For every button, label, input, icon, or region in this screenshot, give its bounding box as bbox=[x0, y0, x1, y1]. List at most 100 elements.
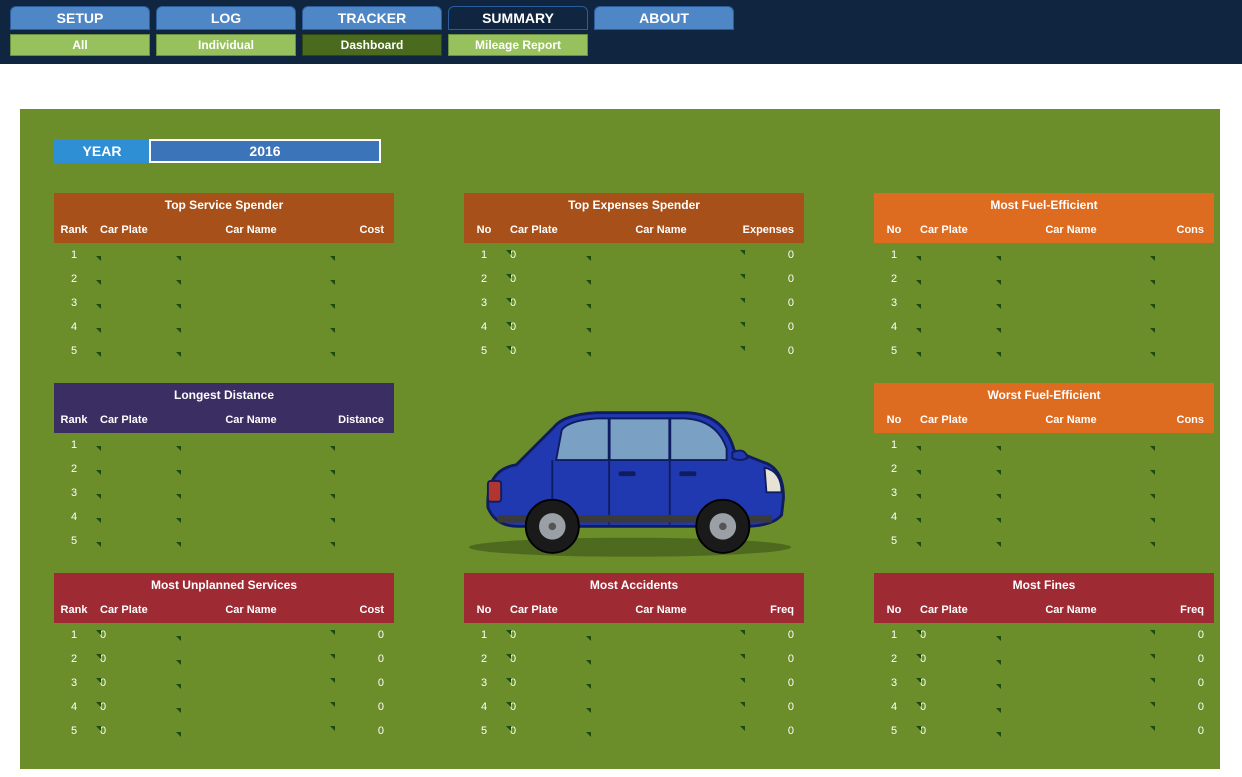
subtab-all[interactable]: All bbox=[10, 34, 150, 56]
col-rank: Rank bbox=[54, 604, 94, 616]
col-name: Car Name bbox=[994, 604, 1148, 616]
col-plate: Car Plate bbox=[504, 604, 584, 616]
col-plate: Car Plate bbox=[94, 604, 174, 616]
table-row: 300 bbox=[464, 291, 804, 315]
table-row: 200 bbox=[874, 647, 1214, 671]
table-row: 5 bbox=[874, 529, 1214, 553]
panel-title: Top Expenses Spender bbox=[464, 193, 804, 217]
secondary-tabs: All Individual Dashboard Mileage Report bbox=[10, 34, 1232, 56]
panel-title: Most Unplanned Services bbox=[54, 573, 394, 597]
col-name: Car Name bbox=[174, 414, 328, 426]
col-name: Car Name bbox=[994, 224, 1148, 236]
table-row: 5 bbox=[54, 529, 394, 553]
table-row: 3 bbox=[874, 291, 1214, 315]
col-cons: Cons bbox=[1148, 224, 1214, 236]
table-row: 100 bbox=[874, 623, 1214, 647]
col-no: No bbox=[464, 224, 504, 236]
table-row: 1 bbox=[874, 433, 1214, 457]
col-cost: Cost bbox=[328, 224, 394, 236]
panel-most-unplanned-services: Most Unplanned Services Rank Car Plate C… bbox=[54, 573, 394, 743]
panel-title: Top Service Spender bbox=[54, 193, 394, 217]
panel-headers: Rank Car Plate Car Name Cost bbox=[54, 217, 394, 243]
table-row: 3 bbox=[54, 481, 394, 505]
col-no: No bbox=[874, 604, 914, 616]
tab-about[interactable]: ABOUT bbox=[594, 6, 734, 30]
col-plate: Car Plate bbox=[94, 414, 174, 426]
panel-headers: No Car Plate Car Name Freq bbox=[464, 597, 804, 623]
table-row: 2 bbox=[874, 267, 1214, 291]
top-navigation: SETUP LOG TRACKER SUMMARY ABOUT All Indi… bbox=[0, 0, 1242, 64]
panel-headers: No Car Plate Car Name Freq bbox=[874, 597, 1214, 623]
col-plate: Car Plate bbox=[94, 224, 174, 236]
panel-headers: Rank Car Plate Car Name Distance bbox=[54, 407, 394, 433]
table-row: 2 bbox=[874, 457, 1214, 481]
table-row: 200 bbox=[54, 647, 394, 671]
year-selector: YEAR 2016 bbox=[54, 139, 1220, 163]
subtab-individual[interactable]: Individual bbox=[156, 34, 296, 56]
col-cons: Cons bbox=[1148, 414, 1214, 426]
col-plate: Car Plate bbox=[914, 604, 994, 616]
panel-headers: No Car Plate Car Name Cons bbox=[874, 407, 1214, 433]
panel-worst-fuel-efficient: Worst Fuel-Efficient No Car Plate Car Na… bbox=[874, 383, 1214, 553]
col-no: No bbox=[874, 414, 914, 426]
table-row: 400 bbox=[464, 695, 804, 719]
col-name: Car Name bbox=[584, 224, 738, 236]
year-label: YEAR bbox=[54, 139, 150, 163]
panel-top-service-spender: Top Service Spender Rank Car Plate Car N… bbox=[54, 193, 394, 363]
panel-most-fines: Most Fines No Car Plate Car Name Freq 10… bbox=[874, 573, 1214, 743]
table-row: 500 bbox=[464, 339, 804, 363]
table-row: 1 bbox=[54, 433, 394, 457]
panel-title: Most Fines bbox=[874, 573, 1214, 597]
table-row: 300 bbox=[464, 671, 804, 695]
panel-title: Most Fuel-Efficient bbox=[874, 193, 1214, 217]
table-row: 2 bbox=[54, 267, 394, 291]
col-name: Car Name bbox=[584, 604, 738, 616]
table-row: 200 bbox=[464, 647, 804, 671]
col-rank: Rank bbox=[54, 224, 94, 236]
table-row: 400 bbox=[874, 695, 1214, 719]
col-plate: Car Plate bbox=[914, 224, 994, 236]
col-freq: Freq bbox=[1148, 604, 1214, 616]
panel-title: Longest Distance bbox=[54, 383, 394, 407]
tab-tracker[interactable]: TRACKER bbox=[302, 6, 442, 30]
primary-tabs: SETUP LOG TRACKER SUMMARY ABOUT bbox=[10, 6, 1232, 30]
table-row: 5 bbox=[54, 339, 394, 363]
subtab-mileage[interactable]: Mileage Report bbox=[448, 34, 588, 56]
table-row: 500 bbox=[54, 719, 394, 743]
table-row: 100 bbox=[464, 623, 804, 647]
tab-log[interactable]: LOG bbox=[156, 6, 296, 30]
panel-headers: Rank Car Plate Car Name Cost bbox=[54, 597, 394, 623]
table-row: 200 bbox=[464, 267, 804, 291]
panel-headers: No Car Plate Car Name Expenses bbox=[464, 217, 804, 243]
col-no: No bbox=[874, 224, 914, 236]
col-name: Car Name bbox=[994, 414, 1148, 426]
table-row: 400 bbox=[54, 695, 394, 719]
col-no: No bbox=[464, 604, 504, 616]
tab-summary[interactable]: SUMMARY bbox=[448, 6, 588, 30]
panel-most-accidents: Most Accidents No Car Plate Car Name Fre… bbox=[464, 573, 804, 743]
table-row: 400 bbox=[464, 315, 804, 339]
panel-headers: No Car Plate Car Name Cons bbox=[874, 217, 1214, 243]
col-plate: Car Plate bbox=[914, 414, 994, 426]
panel-most-fuel-efficient: Most Fuel-Efficient No Car Plate Car Nam… bbox=[874, 193, 1214, 363]
table-row: 3 bbox=[874, 481, 1214, 505]
tab-setup[interactable]: SETUP bbox=[10, 6, 150, 30]
col-cost: Cost bbox=[328, 604, 394, 616]
panel-title: Worst Fuel-Efficient bbox=[874, 383, 1214, 407]
panel-top-expenses-spender: Top Expenses Spender No Car Plate Car Na… bbox=[464, 193, 804, 363]
table-row: 300 bbox=[874, 671, 1214, 695]
table-row: 1 bbox=[874, 243, 1214, 267]
table-row: 5 bbox=[874, 339, 1214, 363]
col-name: Car Name bbox=[174, 224, 328, 236]
col-dist: Distance bbox=[328, 414, 394, 426]
table-row: 500 bbox=[464, 719, 804, 743]
table-row: 4 bbox=[54, 315, 394, 339]
col-name: Car Name bbox=[174, 604, 328, 616]
col-plate: Car Plate bbox=[504, 224, 584, 236]
subtab-dashboard[interactable]: Dashboard bbox=[302, 34, 442, 56]
year-value[interactable]: 2016 bbox=[149, 139, 381, 163]
table-row: 300 bbox=[54, 671, 394, 695]
panel-longest-distance: Longest Distance Rank Car Plate Car Name… bbox=[54, 383, 394, 553]
table-row: 4 bbox=[54, 505, 394, 529]
table-row: 100 bbox=[464, 243, 804, 267]
